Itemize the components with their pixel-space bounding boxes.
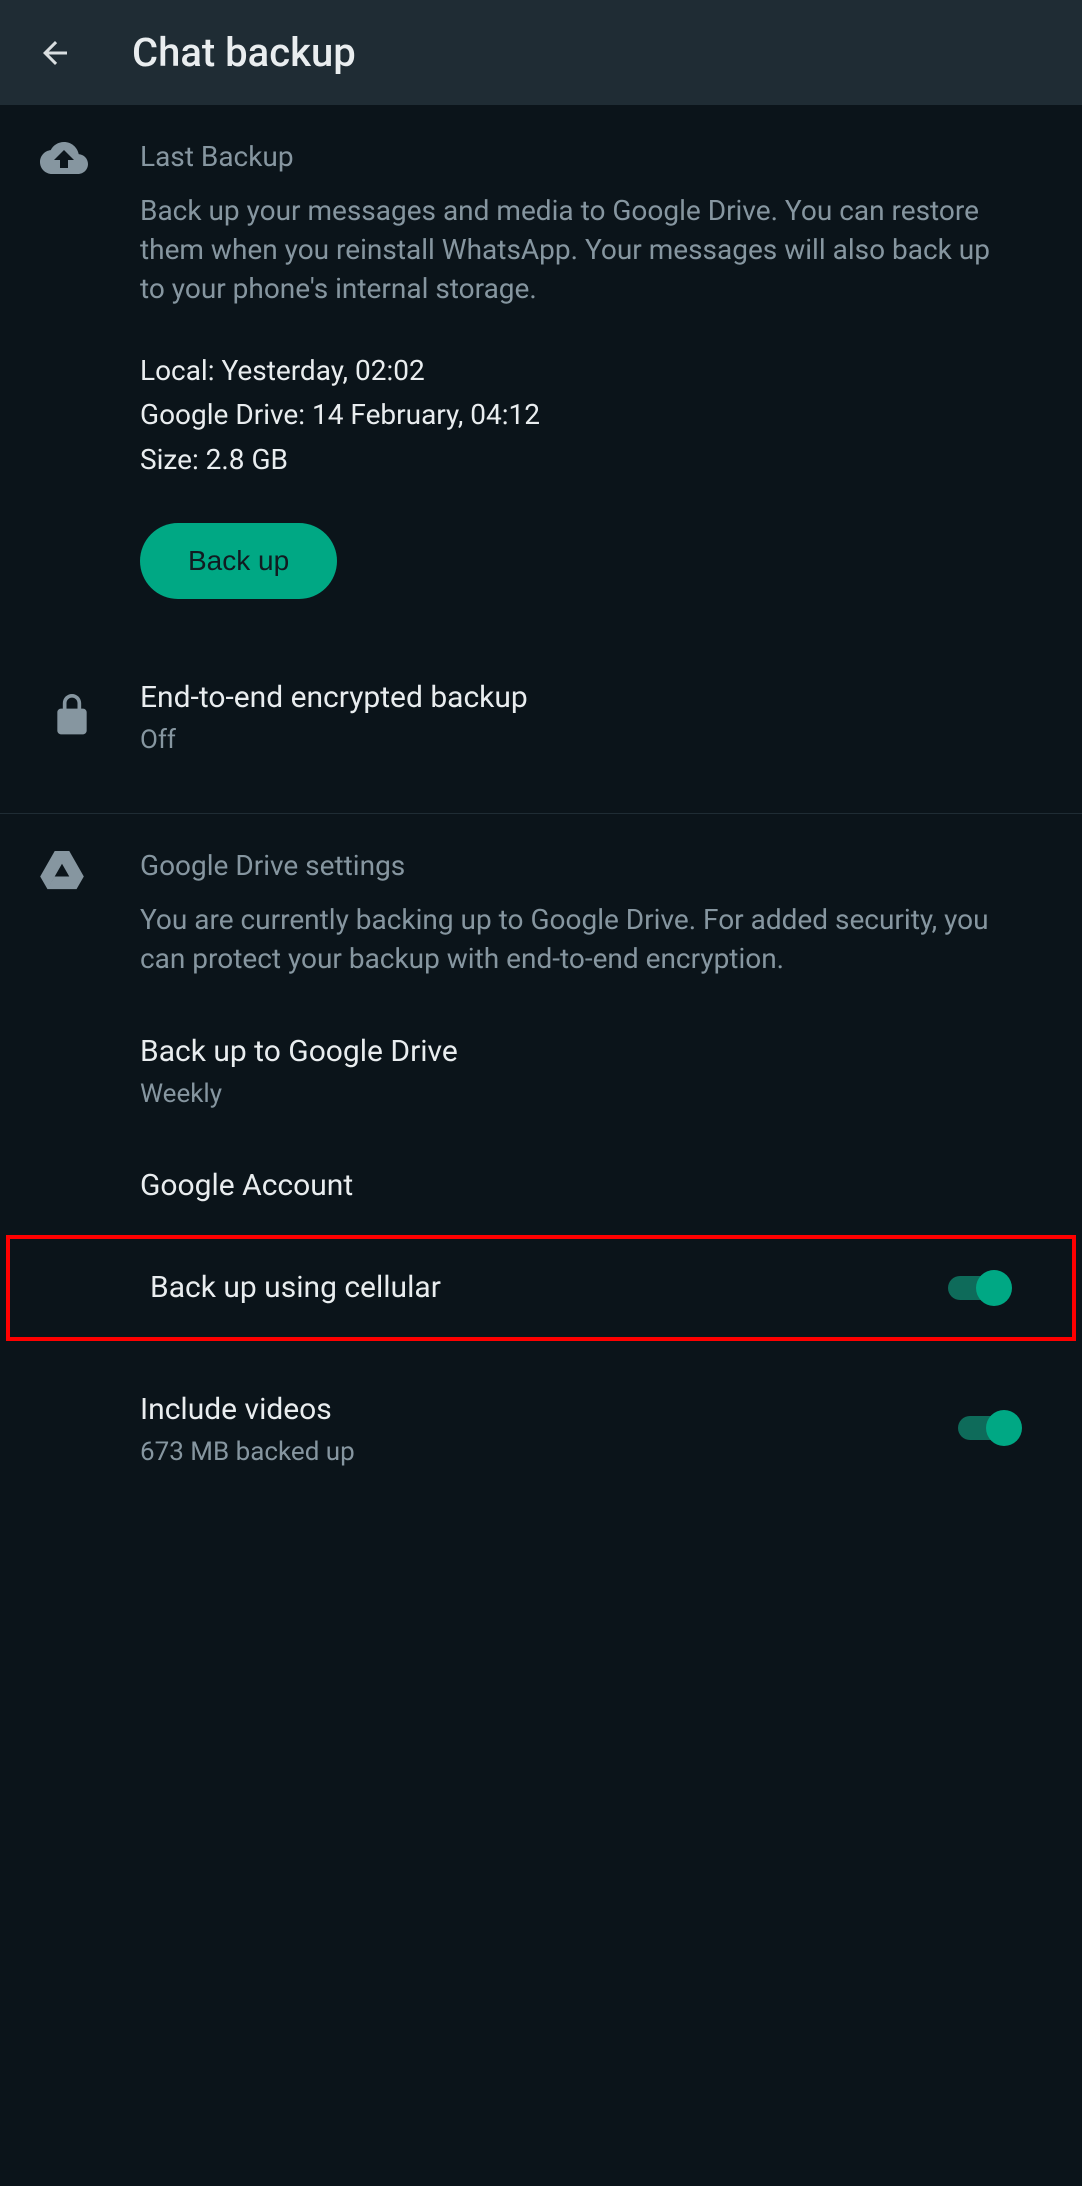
backup-cellular-row[interactable]: Back up using cellular bbox=[10, 1239, 1072, 1337]
backup-frequency-value: Weekly bbox=[140, 1079, 1022, 1109]
local-backup-time: Local: Yesterday, 02:02 bbox=[140, 349, 1002, 394]
e2e-encrypted-backup-row[interactable]: End-to-end encrypted backup Off bbox=[0, 649, 1082, 783]
backup-info: Local: Yesterday, 02:02 Google Drive: 14… bbox=[140, 349, 1002, 483]
backup-cellular-toggle[interactable] bbox=[948, 1270, 1012, 1306]
drive-settings-description: You are currently backing up to Google D… bbox=[140, 900, 1002, 978]
cloud-upload-icon bbox=[40, 142, 88, 599]
last-backup-section: Last Backup Back up your messages and me… bbox=[0, 105, 1082, 783]
google-drive-settings-section: Google Drive settings You are currently … bbox=[0, 814, 1082, 1495]
backup-button[interactable]: Back up bbox=[140, 523, 337, 599]
back-button[interactable] bbox=[30, 28, 80, 78]
google-drive-icon bbox=[40, 851, 84, 978]
last-backup-description: Back up your messages and media to Googl… bbox=[140, 191, 1002, 309]
arrow-left-icon bbox=[37, 35, 73, 71]
google-account-title: Google Account bbox=[140, 1165, 1022, 1207]
include-videos-title: Include videos bbox=[140, 1389, 958, 1431]
google-drive-backup-time: Google Drive: 14 February, 04:12 bbox=[140, 393, 1002, 438]
app-header: Chat backup bbox=[0, 0, 1082, 105]
include-videos-subtitle: 673 MB backed up bbox=[140, 1437, 958, 1467]
include-videos-row[interactable]: Include videos 673 MB backed up bbox=[0, 1361, 1082, 1495]
last-backup-title: Last Backup bbox=[140, 140, 1002, 173]
lock-icon bbox=[55, 694, 89, 738]
e2e-status: Off bbox=[140, 725, 1042, 755]
content: Last Backup Back up your messages and me… bbox=[0, 105, 1082, 1495]
backup-cellular-title: Back up using cellular bbox=[150, 1267, 948, 1309]
backup-frequency-title: Back up to Google Drive bbox=[140, 1031, 1022, 1073]
include-videos-toggle[interactable] bbox=[958, 1410, 1022, 1446]
drive-settings-title: Google Drive settings bbox=[140, 849, 1002, 882]
e2e-title: End-to-end encrypted backup bbox=[140, 677, 1042, 719]
highlight-annotation: Back up using cellular bbox=[6, 1235, 1076, 1341]
backup-frequency-row[interactable]: Back up to Google Drive Weekly bbox=[0, 1003, 1082, 1137]
page-title: Chat backup bbox=[132, 29, 356, 76]
backup-size: Size: 2.8 GB bbox=[140, 438, 1002, 483]
google-account-row[interactable]: Google Account bbox=[0, 1137, 1082, 1235]
